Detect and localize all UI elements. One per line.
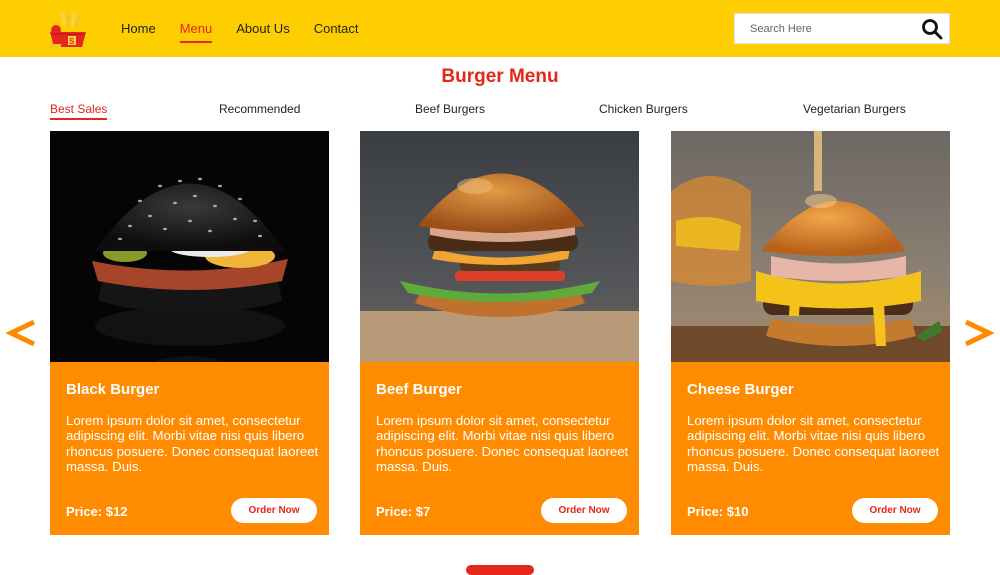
product-price: Price: $10 (687, 504, 749, 519)
order-now-button[interactable]: Order Now (852, 498, 938, 523)
product-description: Lorem ipsum dolor sit amet, consectetur … (687, 413, 940, 474)
beef-burger-image (360, 131, 639, 362)
page-title: Burger Menu (441, 66, 559, 87)
tab-vegetarian-burgers[interactable]: Vegetarian Burgers (803, 102, 906, 116)
product-description: Lorem ipsum dolor sit amet, consectetur … (376, 413, 629, 474)
search-icon[interactable] (921, 18, 943, 40)
tab-best-sales[interactable]: Best Sales (50, 102, 108, 120)
product-card: Black Burger Lorem ipsum dolor sit amet,… (50, 131, 329, 535)
svg-text:S: S (69, 37, 75, 46)
nav-menu[interactable]: Menu (179, 21, 212, 43)
nav-about-us[interactable]: About Us (236, 21, 289, 37)
black-burger-image (50, 131, 329, 362)
tab-recommended[interactable]: Recommended (219, 102, 300, 116)
cheese-burger-image (671, 131, 950, 362)
product-card: Cheese Burger Lorem ipsum dolor sit amet… (671, 131, 950, 535)
product-name: Beef Burger (376, 381, 462, 398)
site-header: S Home Menu About Us Contact (0, 0, 1000, 57)
search-input[interactable] (735, 14, 915, 43)
product-name: Cheese Burger (687, 381, 794, 398)
tab-beef-burgers[interactable]: Beef Burgers (415, 102, 485, 116)
product-name: Black Burger (66, 381, 160, 398)
product-description: Lorem ipsum dolor sit amet, consectetur … (66, 413, 319, 474)
search-box (734, 13, 950, 44)
order-now-button[interactable]: Order Now (541, 498, 627, 523)
order-now-button[interactable]: Order Now (231, 498, 317, 523)
fries-logo-icon[interactable]: S (48, 10, 92, 48)
product-price: Price: $7 (376, 504, 431, 519)
nav-contact[interactable]: Contact (314, 21, 359, 37)
nav-home[interactable]: Home (121, 21, 156, 37)
main-nav: Home Menu About Us Contact (121, 21, 383, 43)
tab-chicken-burgers[interactable]: Chicken Burgers (599, 102, 688, 116)
category-tabs: Best Sales Recommended Beef Burgers Chic… (50, 102, 950, 122)
product-card: Beef Burger Lorem ipsum dolor sit amet, … (360, 131, 639, 535)
chevron-right-icon[interactable] (961, 316, 995, 350)
product-price: Price: $12 (66, 504, 128, 519)
view-more-button[interactable] (466, 565, 534, 575)
chevron-left-icon[interactable] (5, 316, 39, 350)
